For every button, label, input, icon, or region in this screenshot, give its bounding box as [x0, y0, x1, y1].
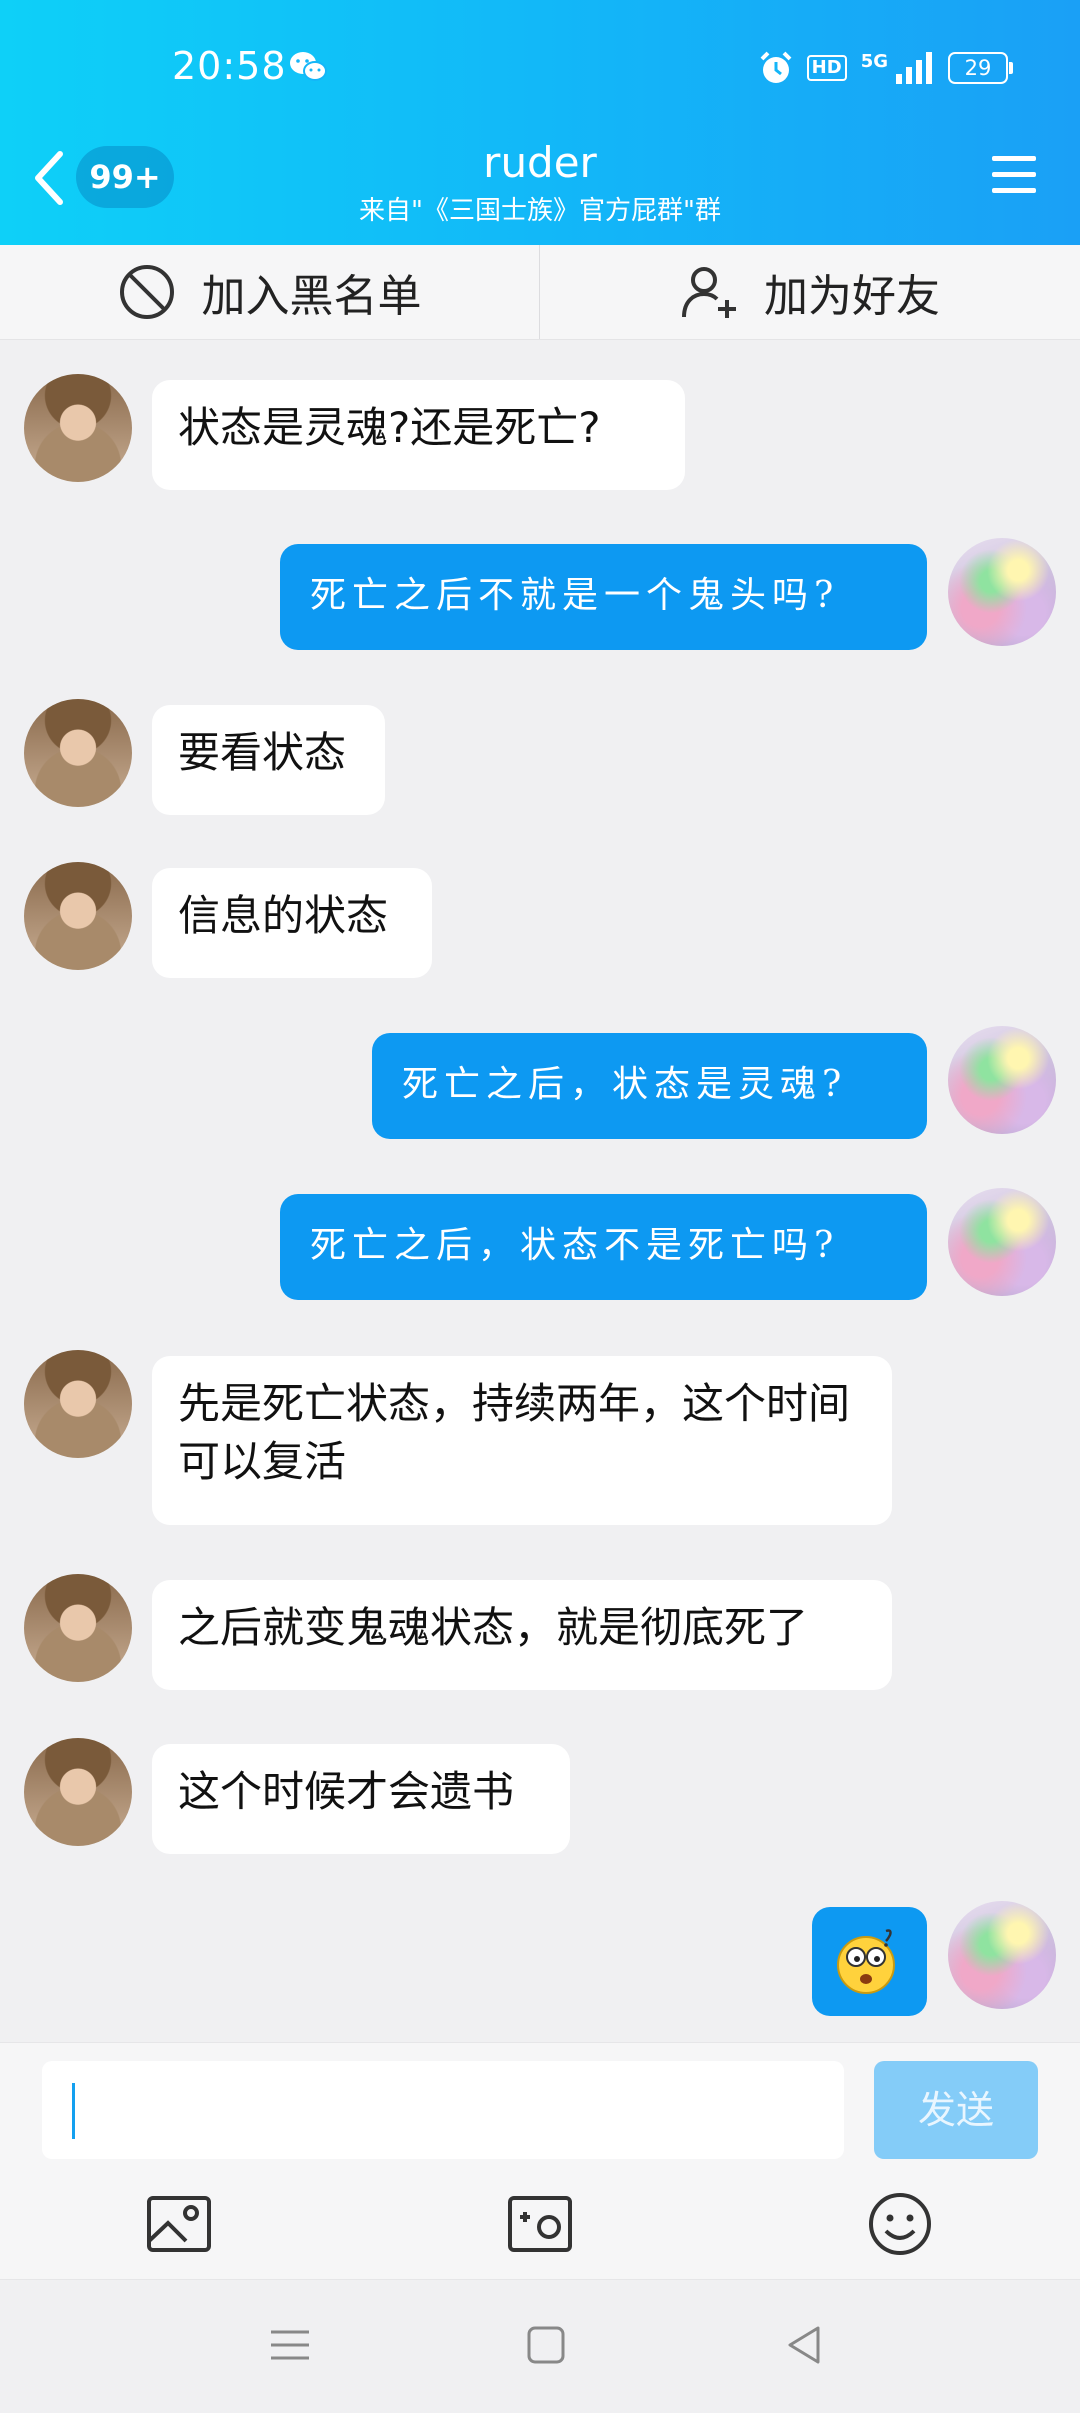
emoji-icon[interactable] [867, 2191, 933, 2257]
surprised-emoji-icon [837, 1929, 895, 1994]
home-icon[interactable] [521, 2320, 571, 2370]
message-bubble-received[interactable]: 这个时候才会遗书 [152, 1744, 570, 1854]
contact-avatar[interactable] [24, 374, 132, 482]
blacklist-label: 加入黑名单 [201, 271, 422, 322]
status-time: 20:58 [172, 44, 287, 88]
message-bubble-received[interactable]: 先是死亡状态，持续两年，这个时间可以复活 [152, 1356, 892, 1525]
camera-icon[interactable] [507, 2191, 573, 2257]
message-bubble-sent-emoji[interactable] [812, 1907, 927, 2016]
contact-avatar[interactable] [24, 699, 132, 807]
stranger-action-bar: 加入黑名单 加为好友 [0, 245, 1080, 340]
recent-apps-icon[interactable] [265, 2320, 315, 2370]
contact-avatar[interactable] [24, 862, 132, 970]
battery-indicator: 29 [948, 52, 1013, 84]
system-nav-bar [0, 2279, 1080, 2413]
message-bubble-sent[interactable]: 死亡之后，状态是灵魂? [372, 1033, 927, 1139]
message-bubble-sent[interactable]: 死亡之后，状态不是死亡吗? [280, 1194, 927, 1300]
contact-avatar[interactable] [24, 1350, 132, 1458]
message-bubble-received[interactable]: 之后就变鬼魂状态，就是彻底死了 [152, 1580, 892, 1690]
block-icon [119, 265, 174, 319]
chat-subtitle: 来自"《三国士族》官方屁群"群 [359, 196, 721, 226]
message-bubble-received[interactable]: 状态是灵魂?还是死亡? [152, 380, 685, 490]
back-nav-icon[interactable] [780, 2320, 830, 2370]
add-friend-label: 加为好友 [764, 271, 940, 322]
my-avatar[interactable] [948, 1026, 1056, 1134]
text-cursor [72, 2083, 75, 2139]
message-bubble-received[interactable]: 要看状态 [152, 705, 385, 815]
network-type: 5G [860, 50, 888, 72]
input-panel: 发送 [0, 2042, 1080, 2280]
status-bar: 20:58 HD 5G 29 [0, 0, 1080, 138]
my-avatar[interactable] [948, 538, 1056, 646]
add-user-icon [682, 267, 736, 318]
send-button[interactable]: 发送 [874, 2061, 1038, 2159]
menu-icon[interactable] [990, 152, 1038, 198]
my-avatar[interactable] [948, 1901, 1056, 2009]
image-gallery-icon[interactable] [146, 2191, 212, 2257]
alarm-icon [760, 51, 792, 83]
wechat-icon [290, 52, 327, 81]
chat-header: 20:58 HD 5G 29 99+ ruder 来自"《三国士族》官方屁群"群 [0, 0, 1080, 245]
my-avatar[interactable] [948, 1188, 1056, 1296]
hd-badge: HD [806, 55, 847, 81]
message-bubble-received[interactable]: 信息的状态 [152, 868, 432, 978]
signal-icon [896, 52, 932, 84]
blacklist-button[interactable]: 加入黑名单 [0, 245, 539, 339]
message-input[interactable] [42, 2061, 844, 2159]
message-bubble-sent[interactable]: 死亡之后不就是一个鬼头吗? [280, 544, 927, 650]
chat-title: ruder [483, 138, 597, 187]
contact-avatar[interactable] [24, 1574, 132, 1682]
add-friend-button[interactable]: 加为好友 [540, 245, 1080, 339]
contact-avatar[interactable] [24, 1738, 132, 1846]
status-icons: HD 5G 29 [759, 48, 1013, 88]
